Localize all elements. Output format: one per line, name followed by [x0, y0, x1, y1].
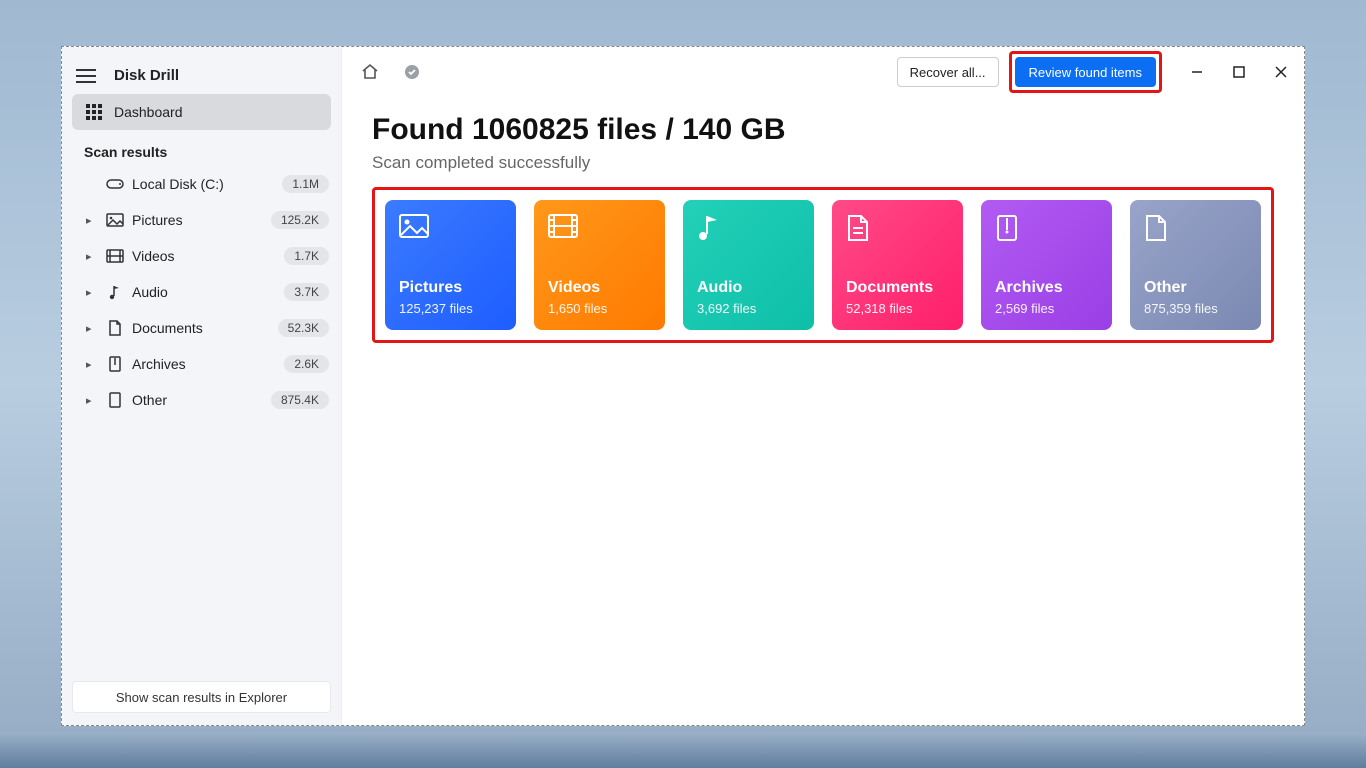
toolbar: Recover all... Review found items: [342, 47, 1304, 97]
summary-subhead: Scan completed successfully: [372, 153, 1274, 173]
card-title: Documents: [846, 279, 949, 297]
card-subtitle: 52,318 files: [846, 301, 949, 316]
main-area: Recover all... Review found items Found …: [342, 47, 1304, 725]
sidebar-item-label: Videos: [132, 248, 284, 264]
card-subtitle: 2,569 files: [995, 301, 1098, 316]
recover-all-button[interactable]: Recover all...: [897, 57, 999, 87]
close-icon[interactable]: [1272, 63, 1290, 81]
card-title: Archives: [995, 279, 1098, 297]
sidebar-item-label: Other: [132, 392, 271, 408]
category-cards: Pictures 125,237 files Videos 1,650 file…: [385, 200, 1261, 330]
card-subtitle: 125,237 files: [399, 301, 502, 316]
menu-icon[interactable]: [76, 69, 96, 83]
card-pictures[interactable]: Pictures 125,237 files: [385, 200, 516, 330]
image-icon: [104, 213, 126, 227]
show-in-explorer-button[interactable]: Show scan results in Explorer: [72, 681, 331, 713]
chevron-right-icon: ▸: [86, 214, 100, 227]
music-note-icon: [104, 284, 126, 300]
sidebar-item-label: Pictures: [132, 212, 271, 228]
sidebar-item-archives[interactable]: ▸ Archives 2.6K: [62, 346, 341, 382]
sidebar-item-dashboard[interactable]: Dashboard: [72, 94, 331, 130]
sidebar-item-label: Documents: [132, 320, 278, 336]
file-icon: [104, 392, 126, 408]
sidebar-section-label: Scan results: [62, 130, 341, 166]
card-subtitle: 875,359 files: [1144, 301, 1247, 316]
review-found-items-button[interactable]: Review found items: [1015, 57, 1156, 87]
sidebar-item-pictures[interactable]: ▸ Pictures 125.2K: [62, 202, 341, 238]
chevron-right-icon: ▸: [86, 250, 100, 263]
sidebar-item-label: Local Disk (C:): [132, 176, 282, 192]
archive-icon: [104, 356, 126, 372]
button-label: Show scan results in Explorer: [116, 690, 287, 705]
sidebar-item-videos[interactable]: ▸ Videos 1.7K: [62, 238, 341, 274]
card-subtitle: 1,650 files: [548, 301, 651, 316]
button-label: Recover all...: [910, 65, 986, 80]
card-title: Pictures: [399, 279, 502, 297]
document-icon: [846, 214, 949, 248]
summary-headline: Found 1060825 files / 140 GB: [372, 113, 1274, 147]
film-icon: [104, 249, 126, 263]
window-controls: [1188, 63, 1290, 81]
sidebar-header: Disk Drill: [62, 55, 341, 94]
archive-icon: [995, 214, 1098, 248]
sidebar-item-other[interactable]: ▸ Other 875.4K: [62, 382, 341, 418]
button-label: Review found items: [1029, 65, 1142, 80]
count-badge: 1.7K: [284, 247, 329, 265]
count-badge: 2.6K: [284, 355, 329, 373]
sidebar-disk[interactable]: Local Disk (C:) 1.1M: [62, 166, 341, 202]
annotation-highlight: Pictures 125,237 files Videos 1,650 file…: [372, 187, 1274, 343]
sidebar-item-label: Audio: [132, 284, 284, 300]
grid-icon: [84, 104, 104, 120]
annotation-highlight: Review found items: [1009, 51, 1162, 93]
card-title: Other: [1144, 279, 1247, 297]
chevron-right-icon: ▸: [86, 322, 100, 335]
count-badge: 1.1M: [282, 175, 329, 193]
app-title: Disk Drill: [114, 67, 179, 84]
document-icon: [104, 320, 126, 336]
card-videos[interactable]: Videos 1,650 files: [534, 200, 665, 330]
chevron-right-icon: ▸: [86, 286, 100, 299]
card-audio[interactable]: Audio 3,692 files: [683, 200, 814, 330]
count-badge: 3.7K: [284, 283, 329, 301]
sidebar-item-audio[interactable]: ▸ Audio 3.7K: [62, 274, 341, 310]
taskbar: [0, 734, 1366, 768]
home-icon[interactable]: [356, 58, 384, 86]
card-other[interactable]: Other 875,359 files: [1130, 200, 1261, 330]
file-icon: [1144, 214, 1247, 248]
music-note-icon: [697, 214, 800, 248]
card-archives[interactable]: Archives 2,569 files: [981, 200, 1112, 330]
image-icon: [399, 214, 502, 248]
card-title: Audio: [697, 279, 800, 297]
minimize-icon[interactable]: [1188, 63, 1206, 81]
sidebar-item-documents[interactable]: ▸ Documents 52.3K: [62, 310, 341, 346]
disk-icon: [104, 177, 126, 191]
film-icon: [548, 214, 651, 248]
blank: [86, 178, 100, 190]
card-title: Videos: [548, 279, 651, 297]
chevron-right-icon: ▸: [86, 394, 100, 407]
maximize-icon[interactable]: [1230, 63, 1248, 81]
sidebar-item-label: Archives: [132, 356, 284, 372]
content: Found 1060825 files / 140 GB Scan comple…: [342, 97, 1304, 355]
count-badge: 52.3K: [278, 319, 329, 337]
count-badge: 875.4K: [271, 391, 329, 409]
app-window: Disk Drill Dashboard Scan results Local …: [61, 46, 1305, 726]
sidebar: Disk Drill Dashboard Scan results Local …: [62, 47, 342, 725]
count-badge: 125.2K: [271, 211, 329, 229]
check-circle-icon[interactable]: [398, 58, 426, 86]
chevron-right-icon: ▸: [86, 358, 100, 371]
card-documents[interactable]: Documents 52,318 files: [832, 200, 963, 330]
card-subtitle: 3,692 files: [697, 301, 800, 316]
sidebar-item-label: Dashboard: [114, 104, 183, 120]
